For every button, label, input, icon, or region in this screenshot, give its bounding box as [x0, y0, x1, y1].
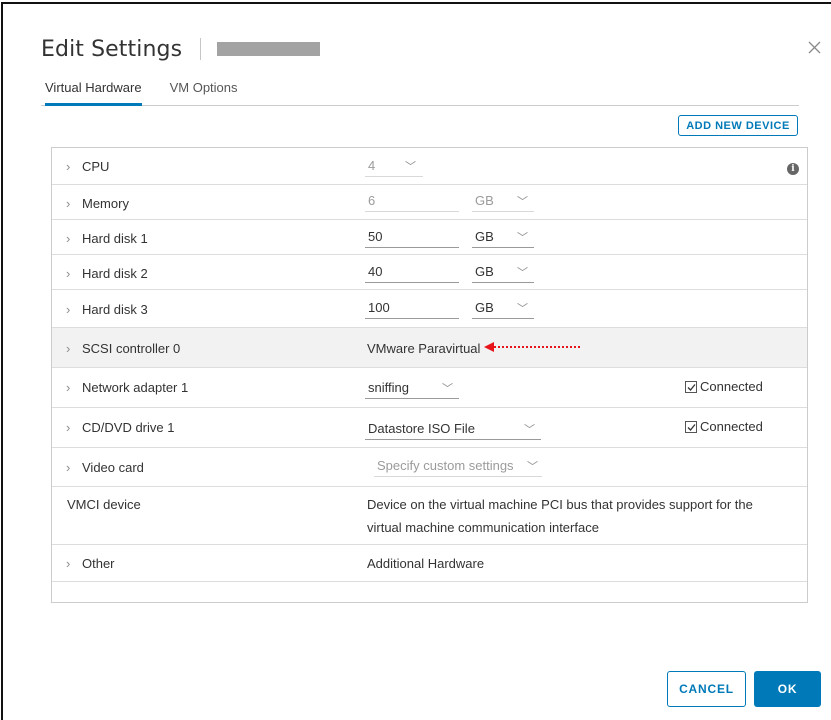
close-icon[interactable]	[804, 37, 826, 59]
tab-vm-options[interactable]: VM Options	[170, 78, 238, 106]
hardware-row-hard-disk-1: › Hard disk 1 50 GB ﹀	[52, 220, 807, 255]
hard-disk-2-unit: GB	[475, 264, 494, 279]
chevron-right-icon: ›	[66, 420, 71, 435]
hardware-row-video-card: › Video card Specify custom settings ﹀	[52, 448, 807, 487]
hard-disk-3-size-input[interactable]: 100	[365, 297, 459, 319]
tab-virtual-hardware[interactable]: Virtual Hardware	[45, 78, 142, 106]
hardware-row-cpu: › CPU 4 ﹀ i	[52, 148, 807, 185]
edit-settings-dialog: Edit Settings Virtual Hardware VM Option…	[1, 2, 831, 720]
network-adapter-select[interactable]: sniffing ﹀	[365, 377, 459, 399]
dialog-title: Edit Settings	[41, 36, 183, 62]
chevron-down-icon: ﹀	[442, 383, 453, 395]
row-expander-other[interactable]: › Other	[66, 556, 115, 571]
checkbox-checked-icon	[685, 380, 697, 393]
row-label-vmci-device: VMCI device	[67, 497, 141, 512]
row-expander-cd-dvd-drive[interactable]: › CD/DVD drive 1	[66, 420, 174, 435]
row-label-memory: Memory	[82, 196, 129, 211]
cd-dvd-media-select[interactable]: Datastore ISO File ﹀	[365, 418, 541, 440]
chevron-right-icon: ›	[66, 380, 71, 395]
cd-dvd-connected-label: Connected	[700, 419, 763, 434]
hard-disk-3-unit-select[interactable]: GB ﹀	[472, 297, 534, 319]
row-expander-hard-disk-2[interactable]: › Hard disk 2	[66, 266, 148, 281]
row-label-scsi-controller: SCSI controller 0	[82, 341, 181, 356]
hard-disk-2-unit-select[interactable]: GB ﹀	[472, 261, 534, 283]
chevron-right-icon: ›	[66, 196, 71, 211]
hard-disk-1-unit: GB	[475, 229, 494, 244]
row-expander-cpu[interactable]: › CPU	[66, 159, 109, 174]
dialog-header: Edit Settings	[41, 34, 321, 64]
row-expander-hard-disk-1[interactable]: › Hard disk 1	[66, 231, 148, 246]
cd-dvd-connected-checkbox[interactable]: Connected	[685, 419, 763, 434]
hardware-row-memory: › Memory 6 GB ﹀	[52, 185, 807, 220]
row-label-cd-dvd-drive: CD/DVD drive 1	[82, 420, 175, 435]
chevron-down-icon: ﹀	[527, 461, 538, 473]
hardware-row-hard-disk-3: › Hard disk 3 100 GB ﹀	[52, 290, 807, 328]
row-expander-memory[interactable]: › Memory	[66, 196, 129, 211]
scsi-controller-type: VMware Paravirtual	[367, 341, 481, 356]
row-label-hard-disk-1: Hard disk 1	[82, 231, 148, 246]
video-card-value: Specify custom settings	[377, 458, 514, 473]
ok-button[interactable]: OK	[754, 671, 821, 707]
chevron-right-icon: ›	[66, 460, 71, 475]
virtual-hardware-list: › CPU 4 ﹀ i › Memory 6 GB ﹀ › Hard disk …	[51, 147, 808, 603]
hardware-row-vmci-device: VMCI device Device on the virtual machin…	[52, 487, 807, 545]
chevron-down-icon: ﹀	[405, 161, 416, 173]
hardware-row-cd-dvd-drive: › CD/DVD drive 1 Datastore ISO File ﹀ Co…	[52, 408, 807, 448]
chevron-down-icon: ﹀	[517, 232, 528, 244]
memory-unit-select: GB ﹀	[472, 190, 534, 212]
row-expander-scsi-controller[interactable]: › SCSI controller 0	[66, 341, 180, 356]
cd-dvd-media-value: Datastore ISO File	[368, 421, 475, 436]
row-expander-network-adapter[interactable]: › Network adapter 1	[66, 380, 188, 395]
row-expander-hard-disk-3[interactable]: › Hard disk 3	[66, 302, 148, 317]
row-label-network-adapter: Network adapter 1	[82, 380, 189, 395]
hardware-row-network-adapter: › Network adapter 1 sniffing ﹀ Connected	[52, 368, 807, 408]
tab-bar: Virtual Hardware VM Options	[41, 78, 799, 106]
network-connected-checkbox[interactable]: Connected	[685, 379, 763, 394]
row-label-hard-disk-3: Hard disk 3	[82, 302, 148, 317]
vmci-description-line-1: Device on the virtual machine PCI bus th…	[367, 497, 753, 512]
chevron-right-icon: ›	[66, 341, 71, 356]
title-separator	[200, 38, 202, 60]
chevron-down-icon: ﹀	[524, 424, 535, 436]
chevron-down-icon: ﹀	[517, 267, 528, 279]
redacted-vm-name	[217, 42, 321, 56]
hard-disk-2-size-input[interactable]: 40	[365, 261, 459, 283]
chevron-right-icon: ›	[66, 266, 71, 281]
network-adapter-value: sniffing	[368, 380, 409, 395]
add-new-device-button[interactable]: ADD NEW DEVICE	[678, 115, 798, 136]
chevron-right-icon: ›	[66, 302, 71, 317]
checkbox-checked-icon	[685, 420, 697, 433]
chevron-right-icon: ›	[66, 556, 71, 571]
row-label-cpu: CPU	[82, 159, 110, 174]
other-hardware-value: Additional Hardware	[367, 556, 485, 571]
chevron-right-icon: ›	[66, 159, 71, 174]
vmci-description-line-2: virtual machine communication interface	[367, 520, 599, 535]
chevron-down-icon: ﹀	[517, 303, 528, 315]
cancel-button[interactable]: CANCEL	[667, 671, 746, 707]
hard-disk-3-unit: GB	[475, 300, 494, 315]
hardware-row-hard-disk-2: › Hard disk 2 40 GB ﹀	[52, 255, 807, 290]
chevron-right-icon: ›	[66, 231, 71, 246]
annotation-arrow-icon	[484, 342, 582, 352]
hard-disk-1-size-input[interactable]: 50	[365, 226, 459, 248]
memory-unit: GB	[475, 193, 494, 208]
hardware-row-scsi-controller: › SCSI controller 0 VMware Paravirtual	[52, 328, 807, 368]
row-label-hard-disk-2: Hard disk 2	[82, 266, 148, 281]
hard-disk-1-unit-select[interactable]: GB ﹀	[472, 226, 534, 248]
row-label-video-card: Video card	[82, 460, 144, 475]
hardware-row-other: › Other Additional Hardware	[52, 545, 807, 582]
info-icon[interactable]: i	[787, 163, 799, 175]
network-connected-label: Connected	[700, 379, 763, 394]
memory-input: 6	[365, 190, 459, 212]
row-label-other: Other	[82, 556, 115, 571]
video-card-select: Specify custom settings ﹀	[374, 455, 542, 477]
row-expander-video-card[interactable]: › Video card	[66, 460, 144, 475]
cpu-value: 4	[368, 158, 376, 173]
cpu-select: 4 ﹀	[365, 155, 423, 177]
chevron-down-icon: ﹀	[517, 196, 528, 208]
